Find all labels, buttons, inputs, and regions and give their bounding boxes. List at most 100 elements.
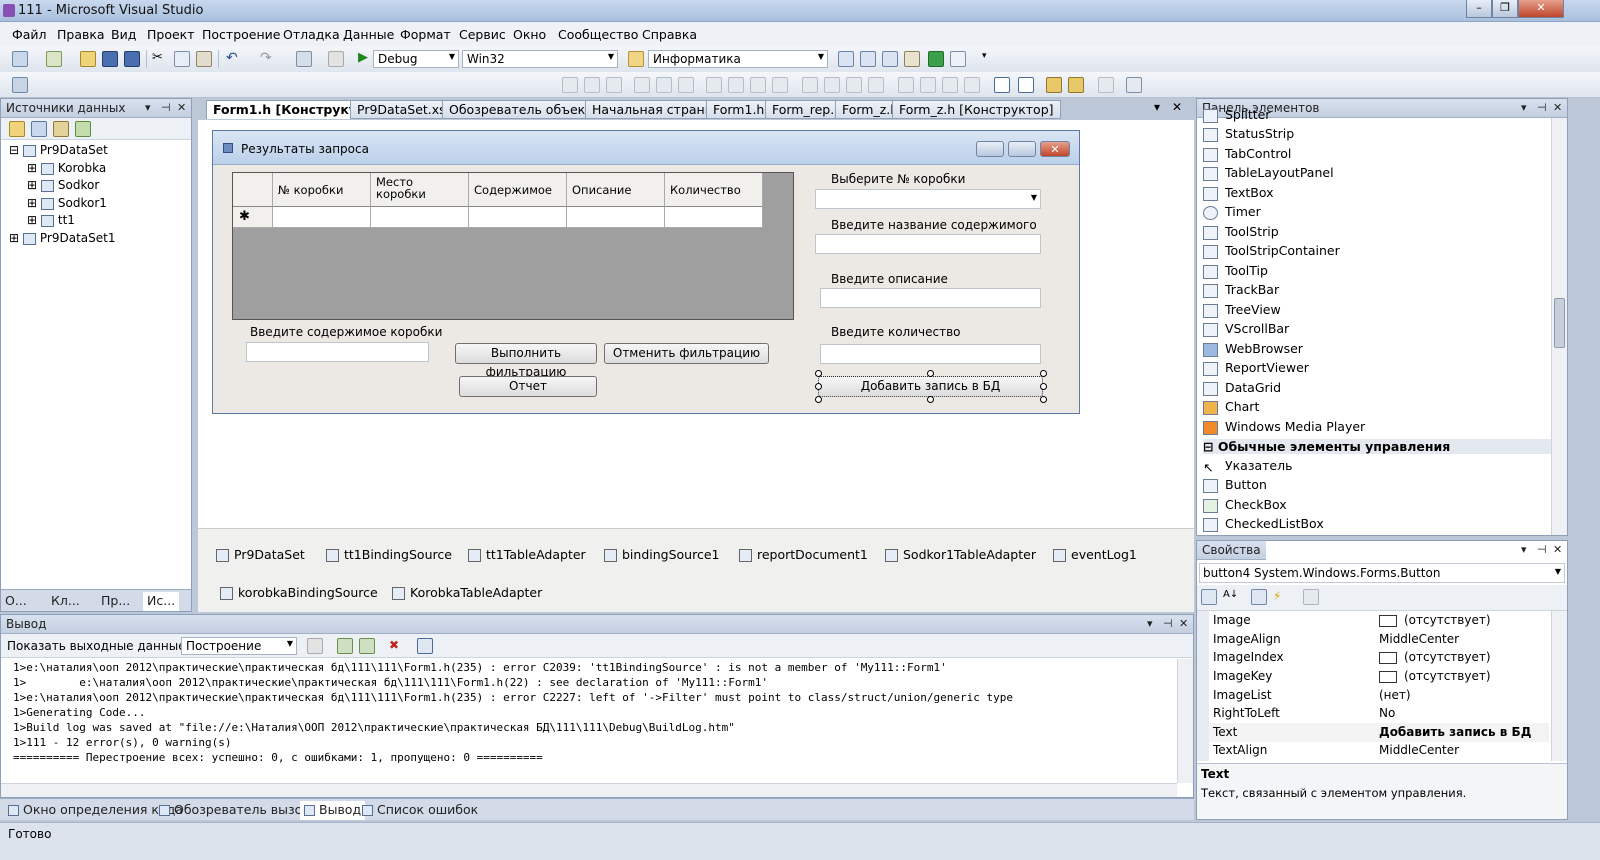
resize-handle[interactable] <box>815 396 822 403</box>
property-grid-scrollbar[interactable] <box>1551 611 1567 761</box>
grid-column-header[interactable]: Содержимое <box>469 173 567 207</box>
toolbox-item-checkbox[interactable]: CheckBox <box>1203 497 1287 513</box>
toolbox-item-webbrowser[interactable]: WebBrowser <box>1203 341 1303 357</box>
refresh-icon[interactable] <box>75 121 91 137</box>
dropdown-icon[interactable]: ▾ <box>1147 617 1153 630</box>
decrease-vertical-spacing-icon[interactable] <box>942 77 958 93</box>
dropdown-icon[interactable]: ▾ <box>1521 543 1527 556</box>
quantity-input[interactable] <box>820 344 1041 364</box>
toolbox-item-windows-media-player[interactable]: Windows Media Player <box>1203 419 1365 435</box>
find-in-files-icon[interactable] <box>628 51 644 67</box>
menu-project[interactable]: Проект <box>147 27 195 42</box>
grid-column-header[interactable]: Место коробки <box>371 173 469 207</box>
tree-item-tt1[interactable]: ⊞ tt1 <box>27 213 75 227</box>
output-line-buildlog[interactable]: 1>Build log was saved at "file://e:\Ната… <box>13 721 735 734</box>
object-browser-icon[interactable] <box>882 51 898 67</box>
tab-property-manager[interactable]: Пр... <box>97 592 134 611</box>
pin-icon[interactable]: ⊣ <box>1163 617 1173 630</box>
resize-handle[interactable] <box>1040 370 1047 377</box>
toolbox-item-statusstrip[interactable]: StatusStrip <box>1203 126 1294 142</box>
menu-window[interactable]: Окно <box>513 27 546 42</box>
close-icon[interactable]: ✕ <box>177 101 186 114</box>
make-same-height-icon[interactable] <box>728 77 744 93</box>
grid-cell[interactable] <box>371 207 469 228</box>
property-value[interactable]: MiddleCenter <box>1379 743 1459 757</box>
property-value[interactable]: Добавить запись в БД <box>1379 725 1531 739</box>
property-value[interactable]: (отсутствует) <box>1379 613 1491 627</box>
tab-list-icon[interactable]: ▾ <box>1154 100 1160 114</box>
property-pages-icon[interactable] <box>1303 589 1319 605</box>
menu-file[interactable]: Файл <box>12 27 47 42</box>
cut-icon[interactable]: ✂ <box>152 51 168 67</box>
resize-handle[interactable] <box>815 370 822 377</box>
form-minimize-button[interactable] <box>976 141 1004 157</box>
tree-item-pr9dataset[interactable]: ⊟ Pr9DataSet <box>9 143 108 157</box>
grid-cell[interactable] <box>665 207 763 228</box>
toolbox-item-checkedlistbox[interactable]: CheckedListBox <box>1203 516 1324 532</box>
component-eventlog1[interactable]: eventLog1 <box>1053 547 1137 562</box>
property-value[interactable]: (отсутствует) <box>1379 669 1491 683</box>
start-page-icon[interactable] <box>928 51 944 67</box>
component-korobkabindingsource[interactable]: korobkaBindingSource <box>220 585 378 600</box>
solution-platform-combo[interactable]: Win32 ▼ <box>462 50 618 68</box>
go-to-next-message-icon[interactable] <box>359 638 375 654</box>
tab-solution-explorer[interactable]: О... <box>1 592 31 611</box>
add-item-icon[interactable] <box>46 51 62 67</box>
toolbox-item-trackbar[interactable]: TrackBar <box>1203 282 1279 298</box>
remove-horizontal-spacing-icon[interactable] <box>868 77 884 93</box>
align-middles-icon[interactable] <box>656 77 672 93</box>
property-value[interactable]: MiddleCenter <box>1379 632 1459 646</box>
toolbox-item-textbox[interactable]: TextBox <box>1203 185 1274 201</box>
grid-column-header[interactable]: Количество <box>665 173 763 207</box>
close-icon[interactable]: ✕ <box>1553 543 1562 556</box>
toggle-word-wrap-icon[interactable] <box>417 638 433 654</box>
menu-tools[interactable]: Сервис <box>459 27 506 42</box>
menu-edit[interactable]: Правка <box>57 27 105 42</box>
undo-icon[interactable]: ↶ <box>226 51 242 67</box>
property-value[interactable]: (нет) <box>1379 688 1411 702</box>
open-file-icon[interactable] <box>80 51 96 67</box>
toolbar-options-icon[interactable]: ▾ <box>982 51 998 67</box>
center-horizontally-icon[interactable] <box>994 77 1010 93</box>
clear-all-icon[interactable]: ✖ <box>389 638 405 654</box>
menu-data[interactable]: Данные <box>343 27 394 42</box>
component-pr9dataset[interactable]: Pr9DataSet <box>216 547 305 562</box>
find-combo[interactable]: Информатика ▼ <box>648 50 828 68</box>
center-vertically-icon[interactable] <box>1018 77 1034 93</box>
grid-cell[interactable] <box>273 207 371 228</box>
toolbox-item-reportviewer[interactable]: ReportViewer <box>1203 360 1309 376</box>
lock-controls-icon[interactable] <box>1126 77 1142 93</box>
pin-icon[interactable]: ⊣ <box>161 101 171 114</box>
component-sodkor1tableadapter[interactable]: Sodkor1TableAdapter <box>885 547 1036 562</box>
save-icon[interactable] <box>102 51 118 67</box>
tab-error-list[interactable]: Список ошибок <box>358 801 482 820</box>
description-input[interactable] <box>820 288 1041 308</box>
configure-dataset-icon[interactable] <box>53 121 69 137</box>
align-centers-icon[interactable] <box>584 77 600 93</box>
add-record-button[interactable]: Добавить запись в БД <box>818 376 1043 397</box>
resize-handle[interactable] <box>1040 396 1047 403</box>
toolbox-item-toolstripcontainer[interactable]: ToolStripContainer <box>1203 243 1340 259</box>
save-all-icon[interactable] <box>124 51 140 67</box>
size-to-grid-icon[interactable] <box>772 77 788 93</box>
grid-column-header[interactable]: Описание <box>567 173 665 207</box>
add-data-source-icon[interactable] <box>9 121 25 137</box>
remove-vertical-spacing-icon[interactable] <box>964 77 980 93</box>
tree-item-pr9dataset1[interactable]: ⊞ Pr9DataSet1 <box>9 231 115 245</box>
command-window-icon[interactable] <box>950 51 966 67</box>
toolbox-item-tooltip[interactable]: ToolTip <box>1203 263 1268 279</box>
toolbox-item-timer[interactable]: Timer <box>1203 204 1261 220</box>
component-reportdocument1[interactable]: reportDocument1 <box>739 547 868 562</box>
tree-item-sodkor[interactable]: ⊞ Sodkor <box>27 178 99 192</box>
tree-item-sodkor1[interactable]: ⊞ Sodkor1 <box>27 196 107 210</box>
send-to-back-icon[interactable] <box>1068 77 1084 93</box>
menu-build[interactable]: Построение <box>202 27 280 42</box>
data-grid-view[interactable]: № коробки Место коробки Содержимое Описа… <box>232 172 794 320</box>
close-button[interactable]: ✕ <box>1518 0 1564 18</box>
navigate-forward-icon[interactable] <box>328 51 344 67</box>
tree-item-korobka[interactable]: ⊞ Korobka <box>27 161 106 175</box>
component-tt1tableadapter[interactable]: tt1TableAdapter <box>468 547 586 562</box>
edit-dataset-icon[interactable] <box>31 121 47 137</box>
close-icon[interactable]: ✕ <box>1172 100 1182 114</box>
align-bottoms-icon[interactable] <box>678 77 694 93</box>
